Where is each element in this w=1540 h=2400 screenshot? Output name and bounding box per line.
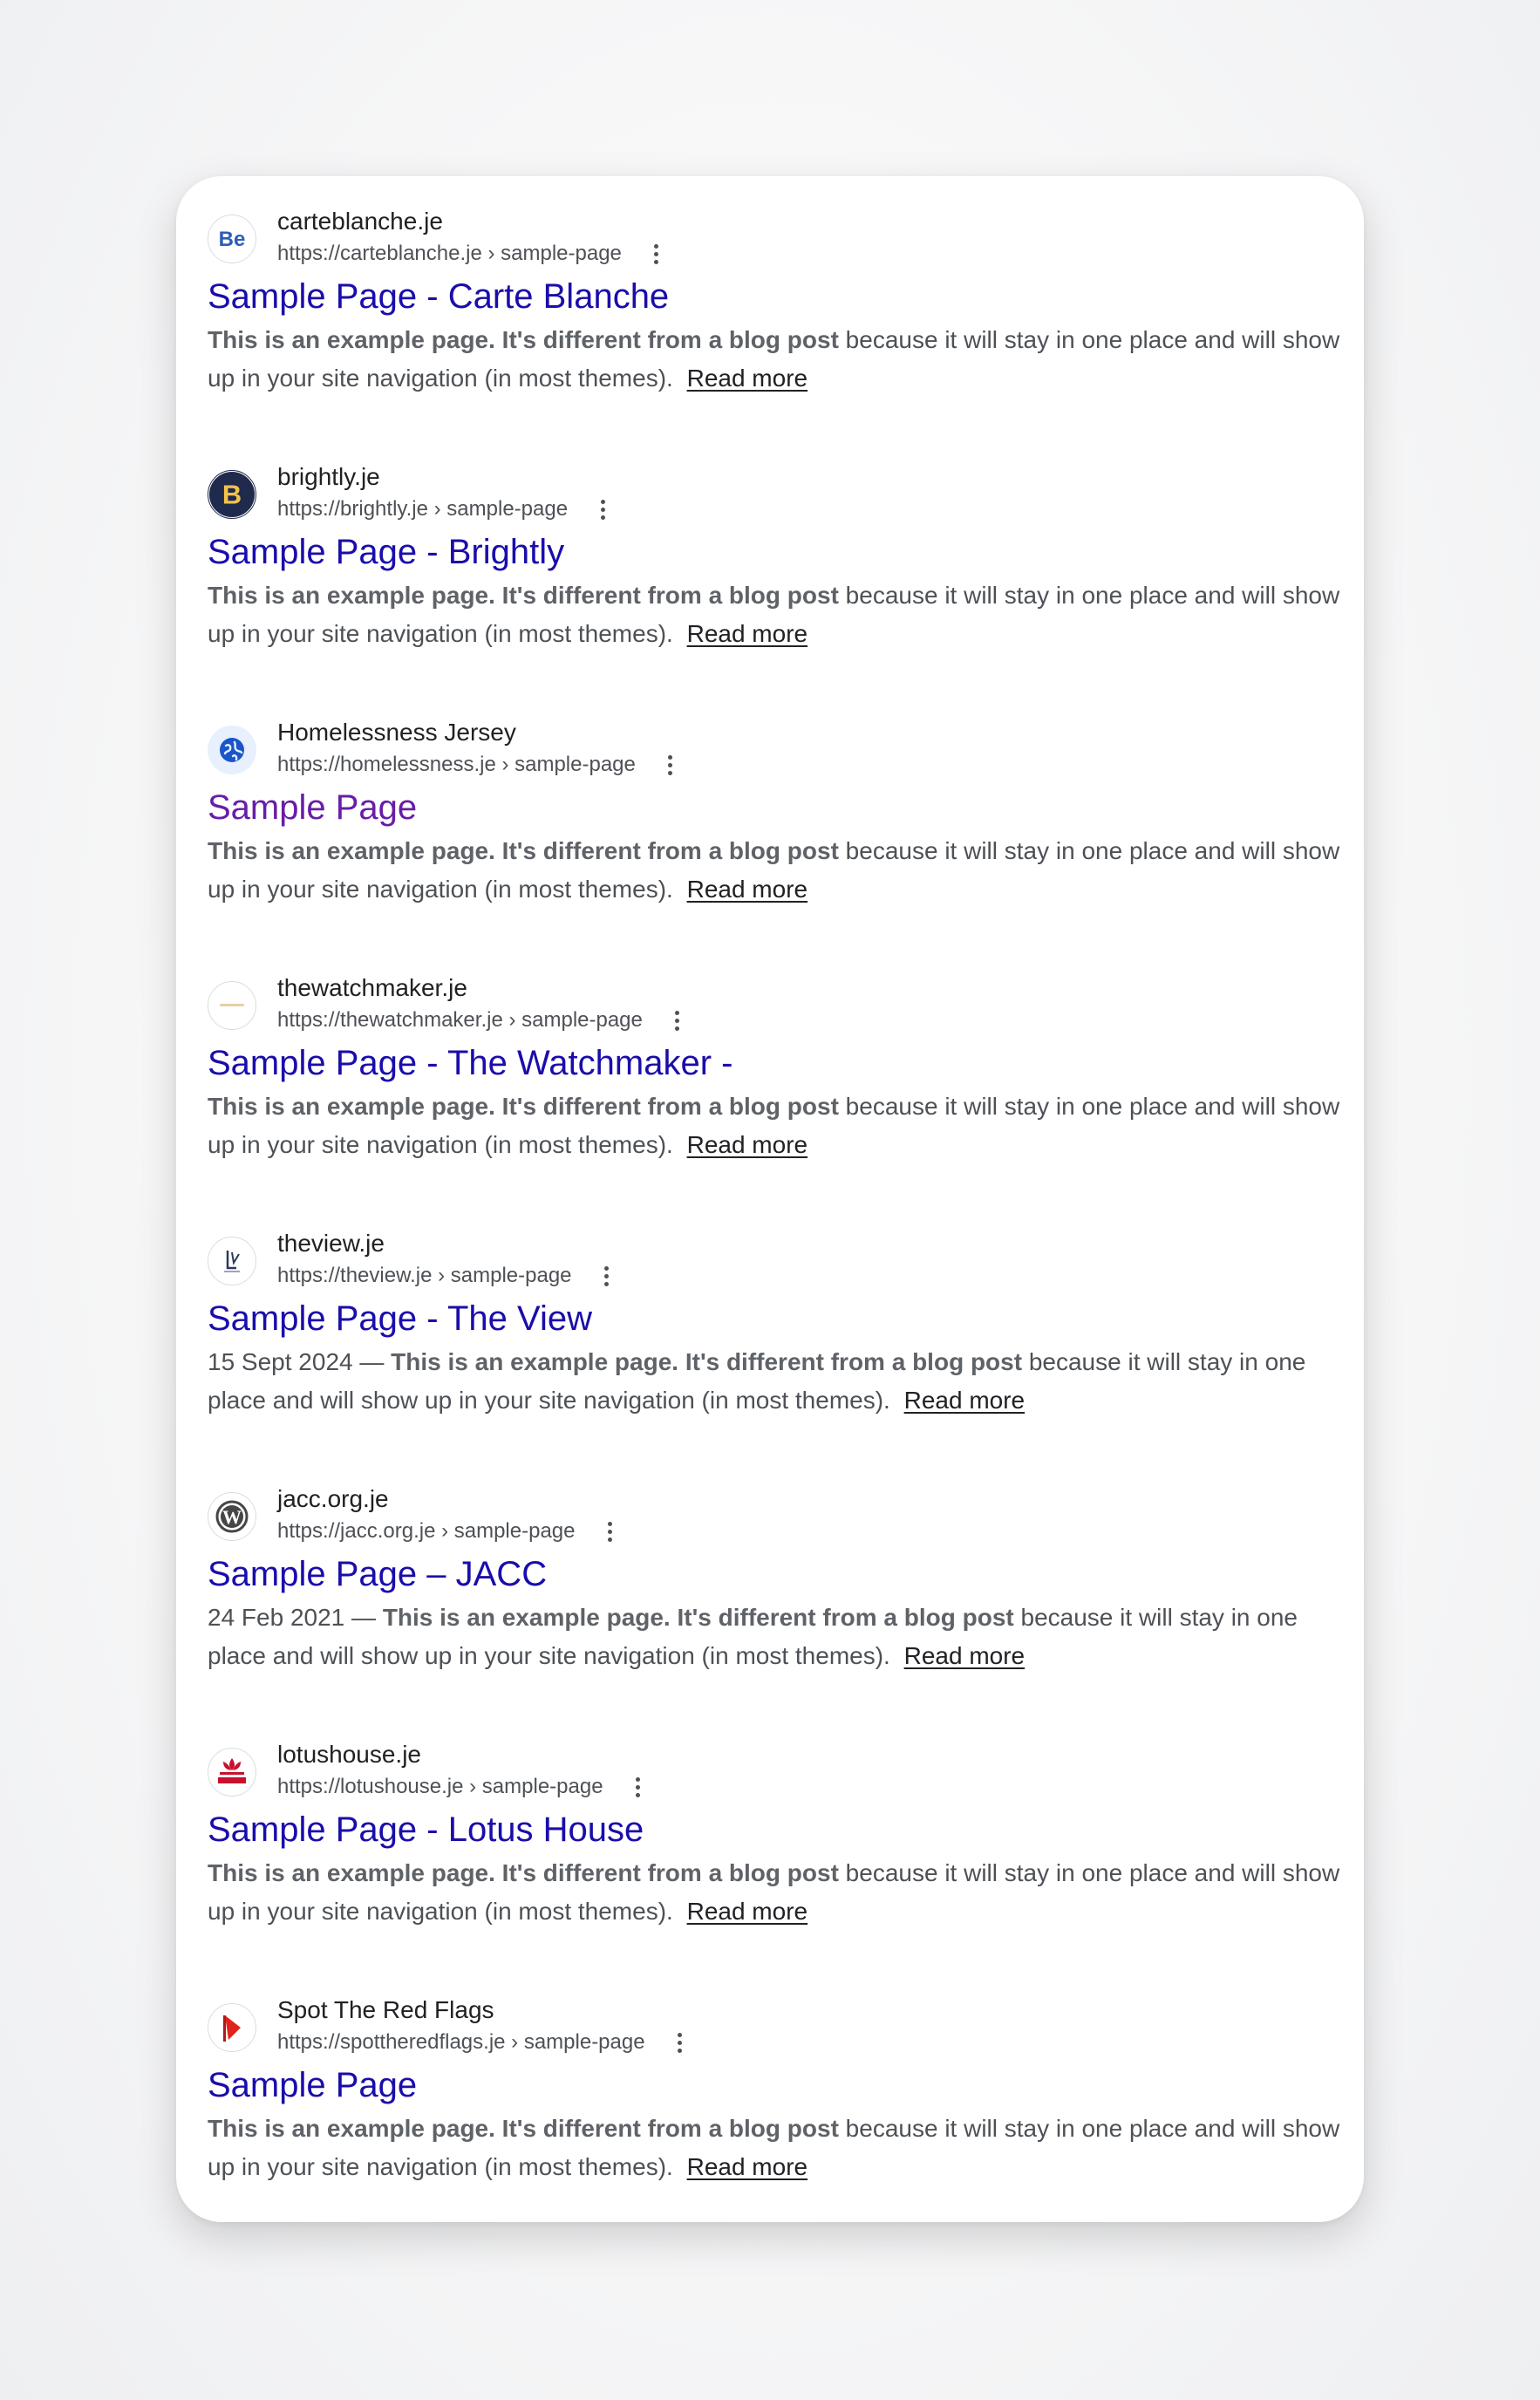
search-result: thewatchmaker.je https://thewatchmaker.j… bbox=[208, 972, 1341, 1228]
read-more-link[interactable]: Read more bbox=[904, 1387, 1026, 1414]
result-snippet: This is an example page. It's different … bbox=[208, 832, 1341, 909]
more-options-icon[interactable] bbox=[630, 1770, 647, 1803]
search-result: Spot The Red Flags https://spottheredfla… bbox=[208, 1994, 1341, 2222]
more-options-icon[interactable] bbox=[648, 237, 665, 270]
read-more-link[interactable]: Read more bbox=[687, 365, 808, 392]
result-snippet: 24 Feb 2021 — This is an example page. I… bbox=[208, 1599, 1341, 1675]
result-title-link[interactable]: Sample Page bbox=[208, 2061, 1341, 2110]
results-list: Be carteblanche.je https://carteblanche.… bbox=[208, 206, 1341, 2222]
snippet-bold: This is an example page. It's different … bbox=[208, 582, 839, 609]
more-options-icon[interactable] bbox=[671, 2026, 689, 2059]
theview-logo-icon bbox=[208, 1237, 256, 1285]
result-snippet: 15 Sept 2024 — This is an example page. … bbox=[208, 1343, 1341, 1420]
more-options-icon[interactable] bbox=[598, 1259, 616, 1292]
result-snippet: This is an example page. It's different … bbox=[208, 1854, 1341, 1931]
search-result: Be carteblanche.je https://carteblanche.… bbox=[208, 206, 1341, 461]
result-title-link[interactable]: Sample Page – JACC bbox=[208, 1550, 1341, 1599]
site-url: https://homelessness.je › sample-page bbox=[277, 753, 636, 776]
result-snippet: This is an example page. It's different … bbox=[208, 321, 1341, 398]
svg-text:B: B bbox=[222, 480, 242, 510]
search-result: theview.je https://theview.je › sample-p… bbox=[208, 1228, 1341, 1483]
site-name: theview.je bbox=[277, 1230, 385, 1257]
site-header[interactable]: lotushouse.je https://lotushouse.je › sa… bbox=[208, 1739, 1341, 1805]
site-header[interactable]: B brightly.je https://brightly.je › samp… bbox=[208, 461, 1341, 528]
site-header[interactable]: Spot The Red Flags https://spottheredfla… bbox=[208, 1994, 1341, 2061]
globe-icon bbox=[208, 726, 256, 774]
red-flag-icon bbox=[208, 2003, 256, 2052]
read-more-link[interactable]: Read more bbox=[687, 876, 808, 903]
wordpress-icon: W bbox=[208, 1492, 256, 1541]
site-url: https://lotushouse.je › sample-page bbox=[277, 1775, 603, 1798]
result-title-link[interactable]: Sample Page - The View bbox=[208, 1294, 1341, 1343]
svg-text:W: W bbox=[222, 1506, 242, 1528]
snippet-date: 24 Feb 2021 — bbox=[208, 1604, 383, 1631]
site-name: carteblanche.je bbox=[277, 208, 443, 235]
snippet-bold: This is an example page. It's different … bbox=[208, 1859, 839, 1886]
read-more-link[interactable]: Read more bbox=[904, 1642, 1026, 1669]
site-name: Spot The Red Flags bbox=[277, 1996, 494, 2023]
svg-text:Be: Be bbox=[219, 228, 246, 251]
read-more-link[interactable]: Read more bbox=[687, 1131, 808, 1158]
site-name: lotushouse.je bbox=[277, 1741, 422, 1768]
site-name: brightly.je bbox=[277, 463, 380, 490]
snippet-bold: This is an example page. It's different … bbox=[208, 1093, 839, 1120]
result-snippet: This is an example page. It's different … bbox=[208, 1088, 1341, 1164]
result-title-link[interactable]: Sample Page - Carte Blanche bbox=[208, 272, 1341, 321]
search-result: B brightly.je https://brightly.je › samp… bbox=[208, 461, 1341, 717]
snippet-bold: This is an example page. It's different … bbox=[208, 837, 839, 864]
search-results-card: Be carteblanche.je https://carteblanche.… bbox=[176, 176, 1364, 2222]
site-url: https://carteblanche.je › sample-page bbox=[277, 242, 622, 265]
site-header[interactable]: theview.je https://theview.je › sample-p… bbox=[208, 1228, 1341, 1294]
site-name: Homelessness Jersey bbox=[277, 719, 516, 746]
result-title-link[interactable]: Sample Page - Brightly bbox=[208, 528, 1341, 576]
site-name: thewatchmaker.je bbox=[277, 974, 467, 1001]
more-options-icon[interactable] bbox=[669, 1004, 686, 1037]
site-url: https://brightly.je › sample-page bbox=[277, 497, 569, 521]
snippet-bold: This is an example page. It's different … bbox=[391, 1348, 1023, 1375]
result-snippet: This is an example page. It's different … bbox=[208, 2110, 1341, 2186]
search-result: Homelessness Jersey https://homelessness… bbox=[208, 717, 1341, 972]
behance-be-icon: Be bbox=[208, 215, 256, 263]
site-url: https://jacc.org.je › sample-page bbox=[277, 1519, 576, 1543]
site-name: jacc.org.je bbox=[277, 1485, 389, 1512]
more-options-icon[interactable] bbox=[662, 748, 679, 781]
snippet-date: 15 Sept 2024 — bbox=[208, 1348, 392, 1375]
lotus-house-logo-icon bbox=[208, 1748, 256, 1797]
result-title-link[interactable]: Sample Page bbox=[208, 783, 1341, 832]
read-more-link[interactable]: Read more bbox=[687, 1898, 808, 1925]
site-header[interactable]: thewatchmaker.je https://thewatchmaker.j… bbox=[208, 972, 1341, 1039]
result-snippet: This is an example page. It's different … bbox=[208, 576, 1341, 653]
site-url: https://theview.je › sample-page bbox=[277, 1264, 572, 1287]
site-header[interactable]: W jacc.org.je https://jacc.org.je › samp… bbox=[208, 1483, 1341, 1550]
read-more-link[interactable]: Read more bbox=[687, 620, 808, 647]
site-url: https://spottheredflags.je › sample-page bbox=[277, 2030, 645, 2054]
site-url: https://thewatchmaker.je › sample-page bbox=[277, 1008, 643, 1032]
more-options-icon[interactable] bbox=[594, 493, 611, 526]
result-title-link[interactable]: Sample Page - Lotus House bbox=[208, 1805, 1341, 1854]
read-more-link[interactable]: Read more bbox=[687, 2153, 808, 2180]
more-options-icon[interactable] bbox=[602, 1515, 619, 1548]
site-header[interactable]: Be carteblanche.je https://carteblanche.… bbox=[208, 206, 1341, 272]
snippet-bold: This is an example page. It's different … bbox=[208, 2115, 839, 2142]
search-result: lotushouse.je https://lotushouse.je › sa… bbox=[208, 1739, 1341, 1994]
result-title-link[interactable]: Sample Page - The Watchmaker - bbox=[208, 1039, 1341, 1088]
snippet-bold: This is an example page. It's different … bbox=[382, 1604, 1014, 1631]
watchmaker-logo-icon bbox=[208, 981, 256, 1030]
snippet-bold: This is an example page. It's different … bbox=[208, 326, 839, 353]
site-header[interactable]: Homelessness Jersey https://homelessness… bbox=[208, 717, 1341, 783]
brightly-b-icon: B bbox=[208, 470, 256, 519]
search-result: W jacc.org.je https://jacc.org.je › samp… bbox=[208, 1483, 1341, 1739]
